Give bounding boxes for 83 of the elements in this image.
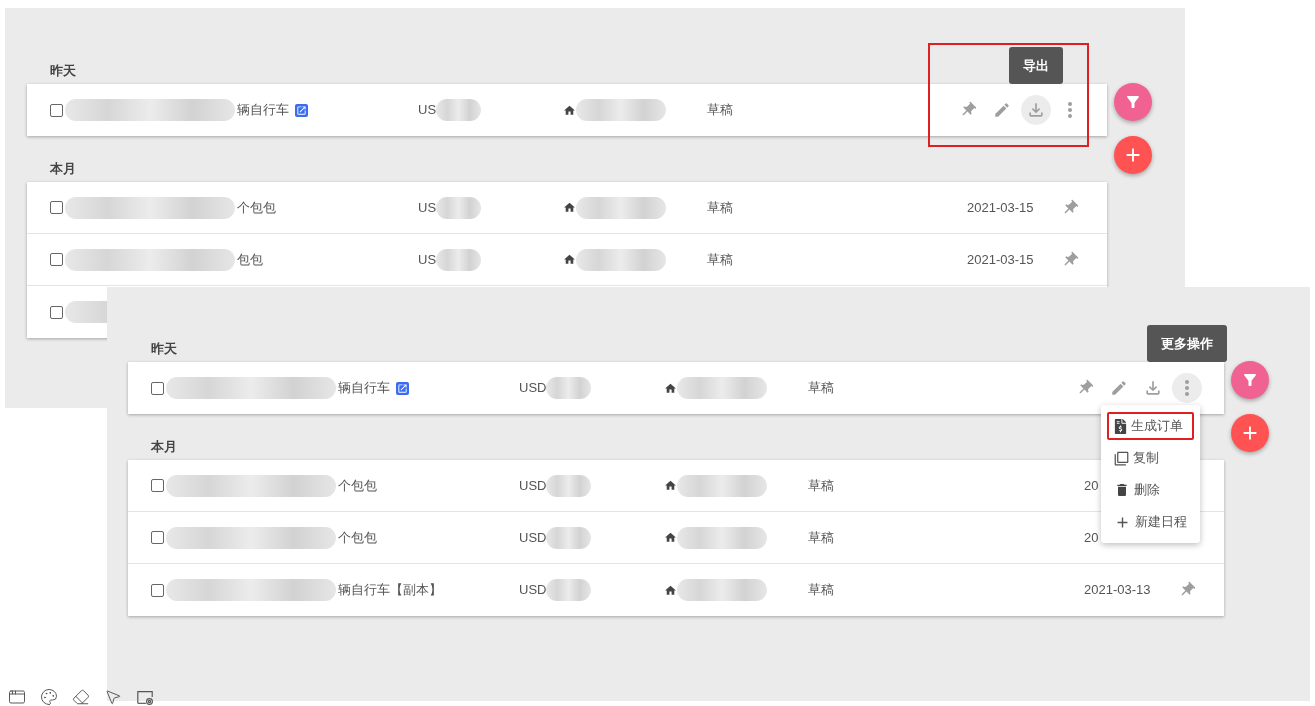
pencil-icon xyxy=(1110,379,1128,397)
action-button[interactable] xyxy=(1172,373,1202,403)
checkbox[interactable] xyxy=(151,531,164,544)
action-button[interactable] xyxy=(1021,95,1051,125)
currency-text: USD xyxy=(519,379,547,398)
status-text: 草稿 xyxy=(707,101,733,120)
date-text: 20 xyxy=(1084,528,1099,547)
checkbox[interactable] xyxy=(151,479,164,492)
item-name: 辆自行车 xyxy=(237,101,289,120)
external-link-icon[interactable] xyxy=(295,103,308,117)
home-icon xyxy=(563,201,576,214)
blurred-block xyxy=(436,196,482,219)
pointer-icon[interactable] xyxy=(104,688,122,706)
tooltip: 导出 xyxy=(1009,46,1063,84)
add-button[interactable] xyxy=(1114,136,1152,174)
window-icon[interactable] xyxy=(8,688,26,706)
currency-text: USD xyxy=(519,528,547,547)
filter-button[interactable] xyxy=(1231,361,1269,399)
group-heading: 昨天 xyxy=(50,62,76,81)
status-text: 草稿 xyxy=(808,581,834,600)
item-name: 包包 xyxy=(237,250,263,269)
item-name: 个包包 xyxy=(338,528,377,547)
eraser-icon[interactable] xyxy=(72,688,90,706)
trash-icon xyxy=(1114,482,1130,498)
copy-icon xyxy=(1114,450,1129,466)
currency-text: USD xyxy=(519,581,547,600)
home-icon xyxy=(664,381,677,395)
status-text: 草稿 xyxy=(808,379,834,398)
date-text: 2021-03-15 xyxy=(967,250,1034,269)
status-text: 草稿 xyxy=(808,476,834,495)
checkbox[interactable] xyxy=(50,253,63,266)
status-text: 草稿 xyxy=(707,250,733,269)
checkbox[interactable] xyxy=(151,381,164,395)
checkbox[interactable] xyxy=(50,103,63,117)
menu-item[interactable]: 生成订单 xyxy=(1107,412,1194,440)
list-row[interactable]: 辆自行车【副本】 USD 草稿 2021-03-13 xyxy=(128,564,1224,616)
checkbox[interactable] xyxy=(50,305,63,319)
group-heading: 本月 xyxy=(50,160,76,179)
home-icon xyxy=(563,253,576,266)
item-name: 辆自行车【副本】 xyxy=(338,581,442,600)
home-icon xyxy=(664,479,677,492)
status-text: 草稿 xyxy=(707,198,733,217)
home-icon xyxy=(563,103,576,117)
invoice-icon xyxy=(1114,418,1127,434)
currency-text: US xyxy=(418,250,437,269)
list-row[interactable]: 个包包 US 草稿 2021-03-15 xyxy=(27,182,1107,234)
more-icon xyxy=(1068,102,1072,118)
blurred-block xyxy=(546,474,592,497)
item-name: 辆自行车 xyxy=(338,379,390,398)
group-heading: 本月 xyxy=(151,438,177,457)
currency-text: US xyxy=(418,101,437,120)
filter-icon xyxy=(1241,371,1259,389)
download-icon xyxy=(1026,100,1046,120)
currency-text: US xyxy=(418,198,437,217)
frame-with-circle-icon[interactable] xyxy=(136,688,154,706)
blurred-block xyxy=(546,377,592,399)
blurred-block xyxy=(436,248,482,271)
home-icon xyxy=(664,531,677,544)
checkbox[interactable] xyxy=(151,583,164,597)
home-icon xyxy=(664,583,677,597)
more-icon xyxy=(1185,380,1189,396)
date-text: 20 xyxy=(1084,476,1099,495)
list-row[interactable]: 包包 US 草稿 2021-03-15 xyxy=(27,234,1107,286)
filter-button[interactable] xyxy=(1114,83,1152,121)
add-button[interactable] xyxy=(1231,414,1269,452)
palette-icon[interactable] xyxy=(40,688,58,706)
date-text: 2021-03-15 xyxy=(967,198,1034,217)
pencil-icon xyxy=(993,101,1011,119)
item-name: 个包包 xyxy=(237,198,276,217)
blurred-block xyxy=(436,99,482,121)
blurred-block xyxy=(546,526,592,549)
blurred-block xyxy=(546,579,592,601)
date-text: 2021-03-13 xyxy=(1084,581,1151,600)
item-name: 个包包 xyxy=(338,476,377,495)
checkbox[interactable] xyxy=(50,201,63,214)
filter-icon xyxy=(1124,93,1142,111)
external-link-icon[interactable] xyxy=(396,381,409,395)
tooltip: 更多操作 xyxy=(1147,324,1227,362)
download-icon xyxy=(1143,378,1163,398)
menu-item[interactable]: 删除 xyxy=(1107,476,1194,504)
group-heading: 昨天 xyxy=(151,340,177,359)
status-text: 草稿 xyxy=(808,528,834,547)
currency-text: USD xyxy=(519,476,547,495)
